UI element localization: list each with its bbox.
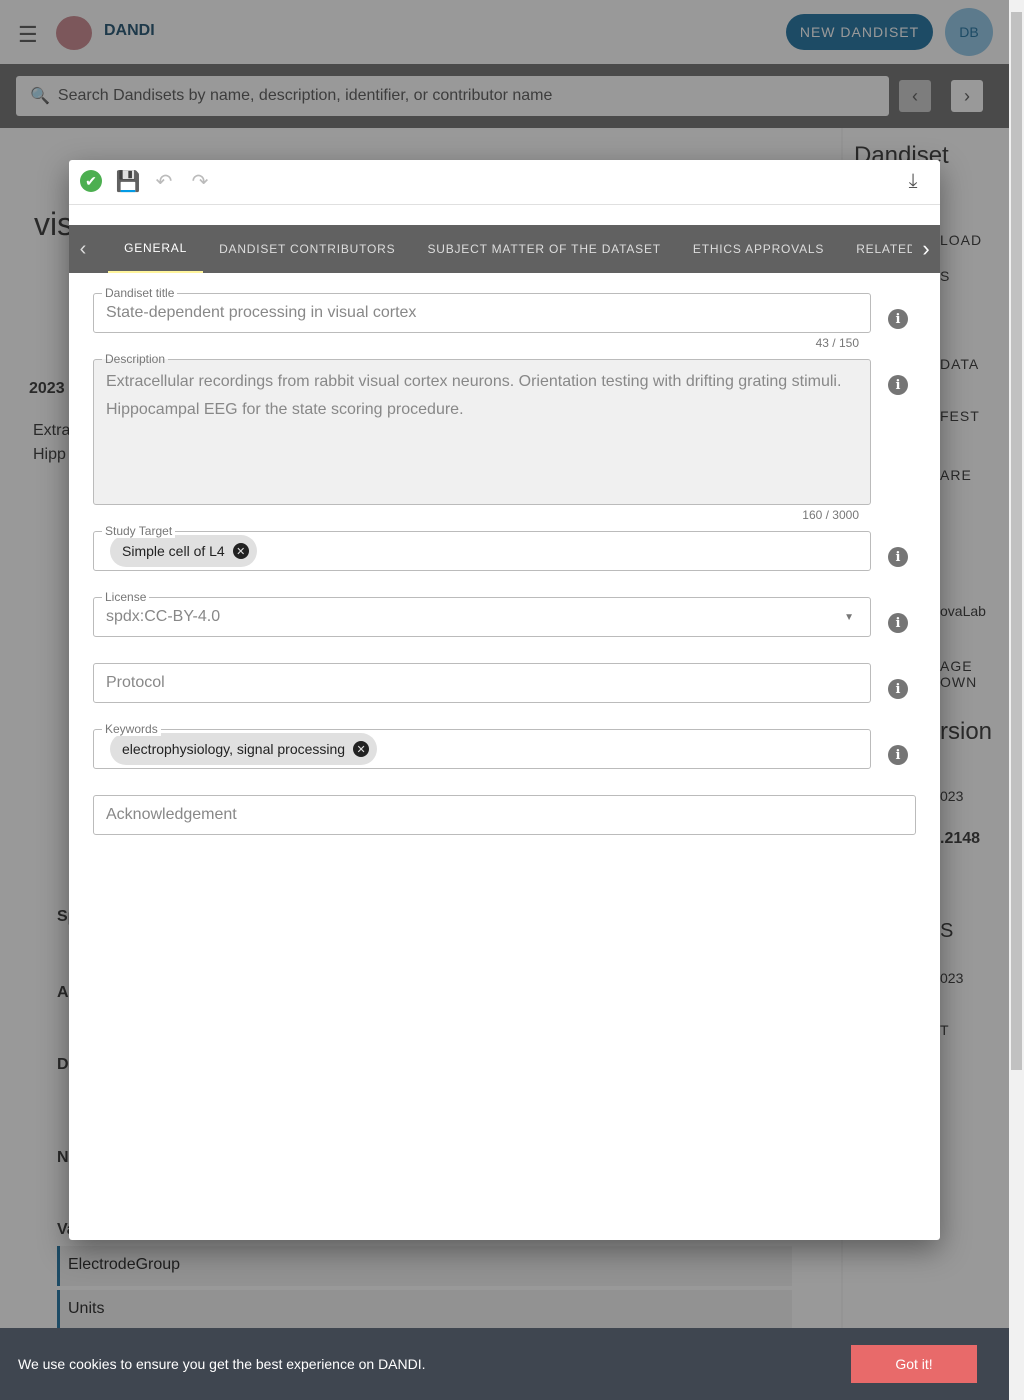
tab-bar: ‹ General Dandiset Contributors Subject …: [69, 225, 940, 273]
chip-label: electrophysiology, signal processing: [122, 741, 346, 757]
field-placeholder: Acknowledgement: [106, 806, 237, 823]
undo-icon[interactable]: ↶: [151, 168, 177, 194]
info-icon[interactable]: i: [888, 745, 908, 765]
redo-icon[interactable]: ↷: [187, 168, 213, 194]
cookie-text: We use cookies to ensure you get the bes…: [18, 1356, 426, 1372]
tabs-next-icon[interactable]: ›: [912, 236, 940, 262]
info-icon[interactable]: i: [888, 547, 908, 567]
cookie-accept-button[interactable]: Got it!: [851, 1345, 977, 1383]
field-value: State-dependent processing in visual cor…: [106, 304, 417, 321]
cookie-banner: We use cookies to ensure you get the bes…: [0, 1328, 1009, 1400]
field-value: Extracellular recordings from rabbit vis…: [106, 373, 842, 418]
description-field[interactable]: Description Extracellular recordings fro…: [93, 352, 871, 505]
editor-toolbar: ✔ 💾 ↶ ↷ ⤓: [69, 160, 940, 205]
scrollbar-thumb[interactable]: [1011, 12, 1022, 1070]
tab-related-resources[interactable]: Related Res: [840, 225, 912, 273]
study-target-chip[interactable]: Simple cell of L4 ✕: [110, 535, 257, 567]
chevron-down-icon[interactable]: ▼: [844, 612, 854, 623]
license-select[interactable]: License spdx:CC-BY-4.0 ▼: [93, 590, 871, 637]
info-icon[interactable]: i: [888, 679, 908, 699]
study-target-field[interactable]: Study Target Simple cell of L4 ✕: [93, 524, 871, 571]
tabs-prev-icon[interactable]: ‹: [69, 238, 97, 261]
field-label: Dandiset title: [102, 286, 178, 300]
char-counter: 43 / 150: [815, 336, 859, 350]
dandiset-title-field[interactable]: Dandiset title State-dependent processin…: [93, 286, 871, 333]
meta-editor-dialog: ✔ 💾 ↶ ↷ ⤓ ‹ General Dandiset Contributor…: [69, 160, 940, 1240]
close-icon[interactable]: ✕: [232, 543, 249, 559]
keyword-chip[interactable]: electrophysiology, signal processing ✕: [110, 733, 378, 765]
field-label: Study Target: [102, 524, 176, 538]
download-icon[interactable]: ⤓: [900, 168, 926, 194]
tab-general[interactable]: General: [108, 225, 204, 273]
valid-check-icon[interactable]: ✔: [80, 170, 102, 192]
chip-label: Simple cell of L4: [122, 543, 225, 559]
tab-subject-matter[interactable]: Subject matter of the dataset: [411, 225, 676, 273]
acknowledgement-field[interactable]: Acknowledgement: [93, 795, 916, 835]
field-label: License: [102, 590, 150, 604]
field-placeholder: Protocol: [106, 674, 165, 691]
field-label: Keywords: [102, 722, 161, 736]
save-icon[interactable]: 💾: [115, 168, 141, 194]
info-icon[interactable]: i: [888, 613, 908, 633]
close-icon[interactable]: ✕: [353, 741, 370, 757]
keywords-field[interactable]: Keywords electrophysiology, signal proce…: [93, 722, 871, 769]
protocol-field[interactable]: Protocol: [93, 663, 871, 703]
char-counter: 160 / 3000: [802, 508, 859, 522]
info-icon[interactable]: i: [888, 309, 908, 329]
field-value: spdx:CC-BY-4.0: [106, 608, 221, 625]
field-label: Description: [102, 352, 169, 366]
info-icon[interactable]: i: [888, 375, 908, 395]
tab-ethics-approvals[interactable]: Ethics Approvals: [677, 225, 840, 273]
tab-dandiset-contributors[interactable]: Dandiset Contributors: [203, 225, 411, 273]
